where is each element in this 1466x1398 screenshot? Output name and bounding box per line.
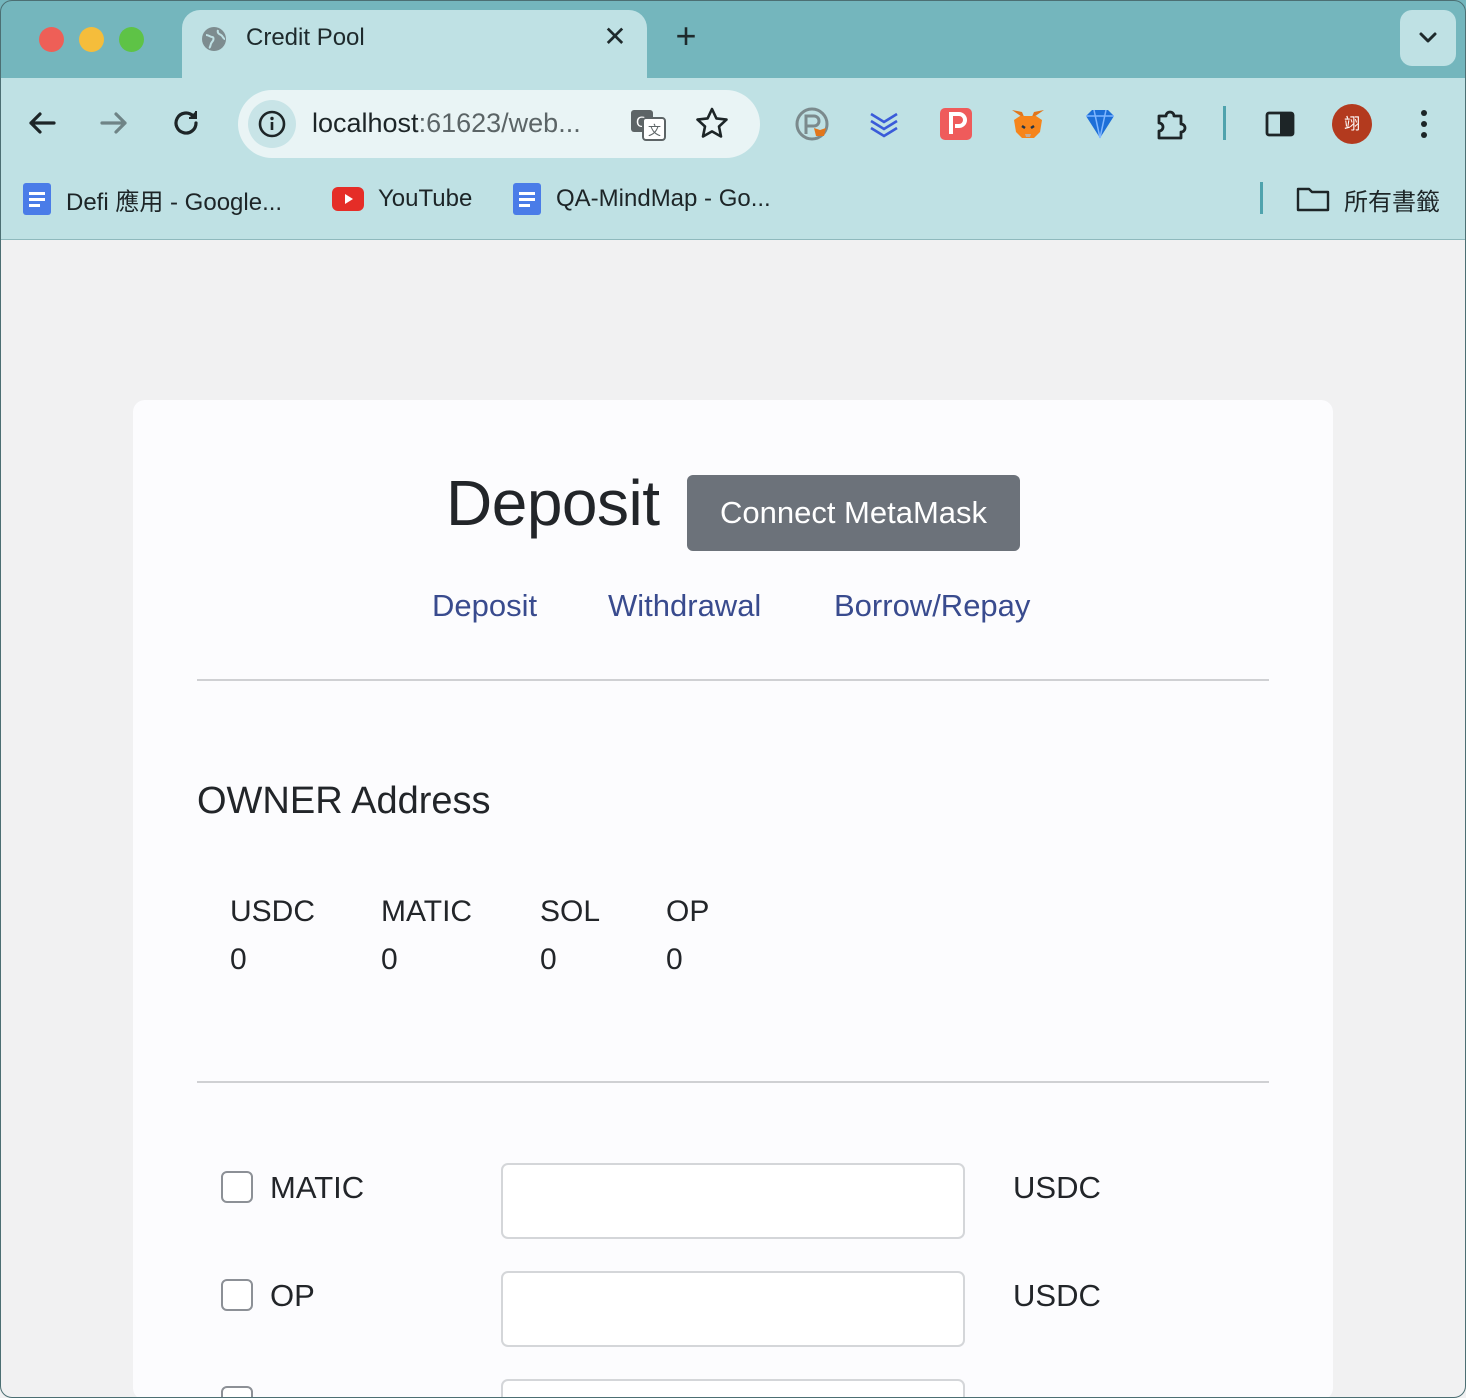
balance-token: MATIC bbox=[381, 895, 473, 928]
all-bookmarks-button[interactable]: 所有書籤 bbox=[1296, 182, 1440, 216]
tab-search-button[interactable] bbox=[1400, 10, 1456, 66]
asset-name: MATIC bbox=[270, 1170, 365, 1205]
side-panel-icon[interactable] bbox=[1260, 104, 1300, 144]
asset-checkbox-partial[interactable] bbox=[221, 1386, 253, 1398]
amount-unit: USDC bbox=[1013, 1170, 1101, 1205]
balance-value: 0 bbox=[381, 943, 398, 976]
pocket-extension-icon[interactable] bbox=[936, 104, 976, 144]
bookmark-defi[interactable]: Defi 應用 - Google... bbox=[22, 182, 282, 216]
bookmarks-divider bbox=[1260, 182, 1263, 214]
metamask-connect-extension-icon[interactable] bbox=[792, 104, 832, 144]
balance-token: SOL bbox=[540, 895, 601, 928]
info-icon bbox=[258, 110, 286, 138]
active-tab[interactable]: Credit Pool ✕ bbox=[182, 10, 647, 78]
nav-link-withdrawal[interactable]: Withdrawal bbox=[608, 588, 761, 624]
url-host: localhost bbox=[312, 108, 419, 138]
new-tab-button[interactable]: + bbox=[670, 18, 702, 54]
tab-title: Credit Pool bbox=[246, 24, 365, 51]
svg-text:文: 文 bbox=[648, 124, 661, 139]
chevron-down-icon bbox=[1419, 32, 1437, 43]
diamond-extension-icon[interactable] bbox=[1080, 104, 1120, 144]
google-docs-icon bbox=[23, 183, 51, 215]
bookmark-qa-mindmap[interactable]: QA-MindMap - Go... bbox=[512, 182, 771, 216]
amount-input-partial[interactable] bbox=[501, 1379, 965, 1398]
close-window-button[interactable] bbox=[39, 27, 64, 52]
connect-metamask-button[interactable]: Connect MetaMask bbox=[687, 475, 1020, 551]
balance-matic: MATIC 0 bbox=[381, 895, 472, 977]
site-info-button[interactable] bbox=[248, 100, 296, 148]
bookmark-label: QA-MindMap - Go... bbox=[556, 185, 771, 212]
asset-checkbox-matic[interactable] bbox=[221, 1171, 253, 1203]
balance-value: 0 bbox=[540, 943, 557, 976]
bookmark-star-icon[interactable] bbox=[692, 104, 732, 144]
divider bbox=[197, 679, 1269, 681]
forward-arrow-icon[interactable] bbox=[96, 105, 132, 141]
minimize-window-button[interactable] bbox=[79, 27, 104, 52]
all-bookmarks-label: 所有書籤 bbox=[1344, 188, 1440, 216]
asset-checkbox-op[interactable] bbox=[221, 1279, 253, 1311]
nav-link-borrow-repay[interactable]: Borrow/Repay bbox=[834, 588, 1030, 624]
more-options-icon[interactable] bbox=[1412, 104, 1436, 144]
amount-input-matic[interactable] bbox=[501, 1163, 965, 1239]
balance-sol: SOL 0 bbox=[540, 895, 600, 977]
youtube-icon bbox=[332, 187, 364, 211]
translate-icon[interactable]: G 文 bbox=[628, 105, 668, 145]
back-arrow-icon[interactable] bbox=[24, 105, 60, 141]
toolbar-divider bbox=[1223, 106, 1226, 140]
asset-name: OP bbox=[270, 1278, 315, 1313]
owner-address-label: OWNER Address bbox=[197, 780, 491, 822]
amount-unit: USDC bbox=[1013, 1278, 1101, 1313]
bookmark-youtube[interactable]: YouTube bbox=[332, 182, 472, 216]
metamask-fox-icon[interactable] bbox=[1008, 104, 1048, 144]
balance-op: OP 0 bbox=[666, 895, 709, 977]
reload-icon[interactable] bbox=[168, 105, 204, 141]
bookmark-label: Defi 應用 - Google... bbox=[66, 188, 283, 216]
google-docs-icon bbox=[513, 183, 541, 215]
nav-link-deposit[interactable]: Deposit bbox=[432, 588, 537, 624]
bookmark-label: YouTube bbox=[378, 185, 473, 212]
globe-icon bbox=[202, 27, 226, 51]
amount-input-op[interactable] bbox=[501, 1271, 965, 1347]
balance-token: USDC bbox=[230, 895, 316, 928]
maximize-window-button[interactable] bbox=[119, 27, 144, 52]
balance-value: 0 bbox=[666, 943, 683, 976]
balance-token: OP bbox=[666, 895, 710, 928]
extensions-puzzle-icon[interactable] bbox=[1152, 104, 1192, 144]
divider bbox=[197, 1081, 1269, 1083]
page-title: Deposit bbox=[446, 467, 660, 539]
balance-usdc: USDC 0 bbox=[230, 895, 315, 977]
balance-value: 0 bbox=[230, 943, 247, 976]
profile-avatar[interactable]: 翊 bbox=[1332, 104, 1372, 144]
layers-extension-icon[interactable] bbox=[864, 104, 904, 144]
folder-icon bbox=[1296, 187, 1330, 212]
close-tab-icon[interactable]: ✕ bbox=[602, 23, 628, 51]
url-text[interactable]: localhost:61623/web... bbox=[312, 108, 581, 139]
url-path: :61623/web... bbox=[418, 108, 581, 138]
